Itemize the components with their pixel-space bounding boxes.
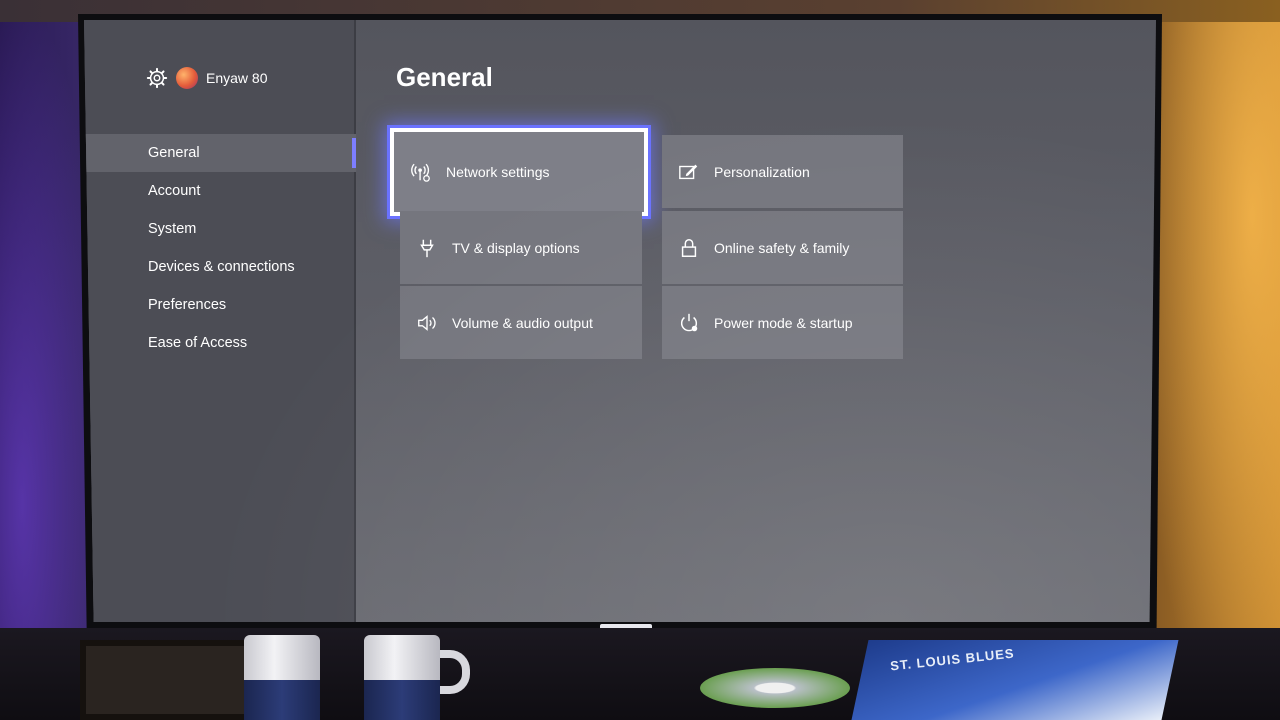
pencil-icon [679,164,698,179]
nav-item-system[interactable]: System [84,210,356,248]
power-icon [680,313,698,331]
photo-frame [80,640,250,720]
speaker-icon [418,314,436,331]
antenna-icon [420,239,434,257]
nav-item-general[interactable]: General [84,134,356,172]
nav-item-label: Account [148,183,201,199]
mug-band [244,680,320,720]
tile-label: Personalization [714,163,810,180]
tv-display-options-tile[interactable]: TV & display options [400,211,642,284]
tile-label: Volume & audio output [452,314,593,331]
settings-nav: General Account System Devices & connect… [84,134,356,362]
lock-icon [681,238,697,257]
gear-icon [146,67,168,89]
nav-item-label: Devices & connections [148,259,295,275]
tile-label: TV & display options [452,239,580,256]
tile-label: Network settings [446,164,550,180]
nav-item-label: Ease of Access [148,335,248,351]
mug-band [364,680,440,720]
gamertag: Enyaw 80 [206,70,268,86]
avatar[interactable] [176,67,198,89]
volume-audio-tile[interactable]: Volume & audio output [400,286,642,359]
page-title: General [396,62,493,92]
nav-item-account[interactable]: Account [84,172,356,210]
nav-item-ease-of-access[interactable]: Ease of Access [84,324,356,362]
settings-sidebar: Enyaw 80 General Account System Devices … [84,20,356,622]
magazine [851,640,1179,720]
tv-screen: Enyaw 80 General Account System Devices … [84,20,1156,622]
wireless-icon [411,163,430,182]
power-mode-tile[interactable]: Power mode & startup [662,286,903,359]
profile-header: Enyaw 80 [146,66,267,90]
mug-right [364,635,440,720]
nav-item-label: General [148,145,200,161]
online-safety-tile[interactable]: Online safety & family [662,211,903,284]
personalization-tile[interactable]: Personalization [662,135,903,208]
mug-left [244,635,320,720]
nav-item-label: System [148,221,197,237]
disc [700,668,850,708]
tile-label: Power mode & startup [714,314,853,331]
nav-item-preferences[interactable]: Preferences [84,286,356,324]
tile-label: Online safety & family [714,239,850,256]
network-settings-tile[interactable]: Network settings [390,128,648,216]
nav-item-label: Preferences [148,297,227,313]
nav-item-devices[interactable]: Devices & connections [84,248,356,286]
